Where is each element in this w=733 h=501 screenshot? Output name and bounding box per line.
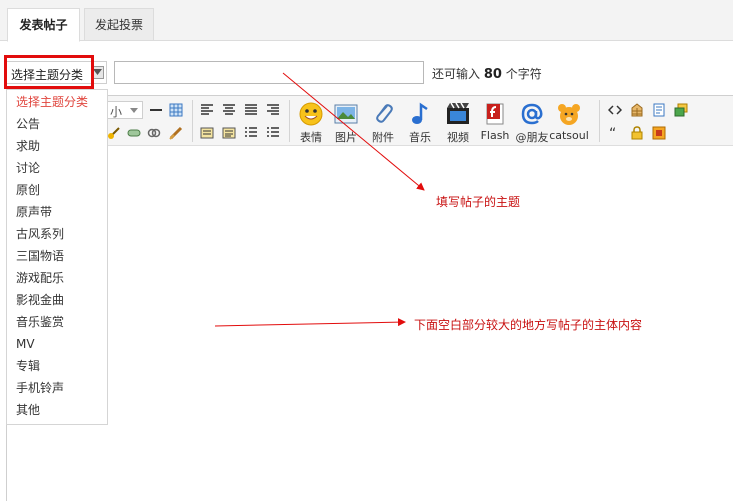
subject-hint-text: 填写帖子的主题 [436, 195, 521, 209]
annotation-arrows [214, 72, 425, 327]
subject-arrow [282, 72, 425, 191]
body-arrow [214, 318, 406, 327]
body-hint-text: 下面空白部分较大的地方写帖子的主体内容 [414, 318, 643, 332]
